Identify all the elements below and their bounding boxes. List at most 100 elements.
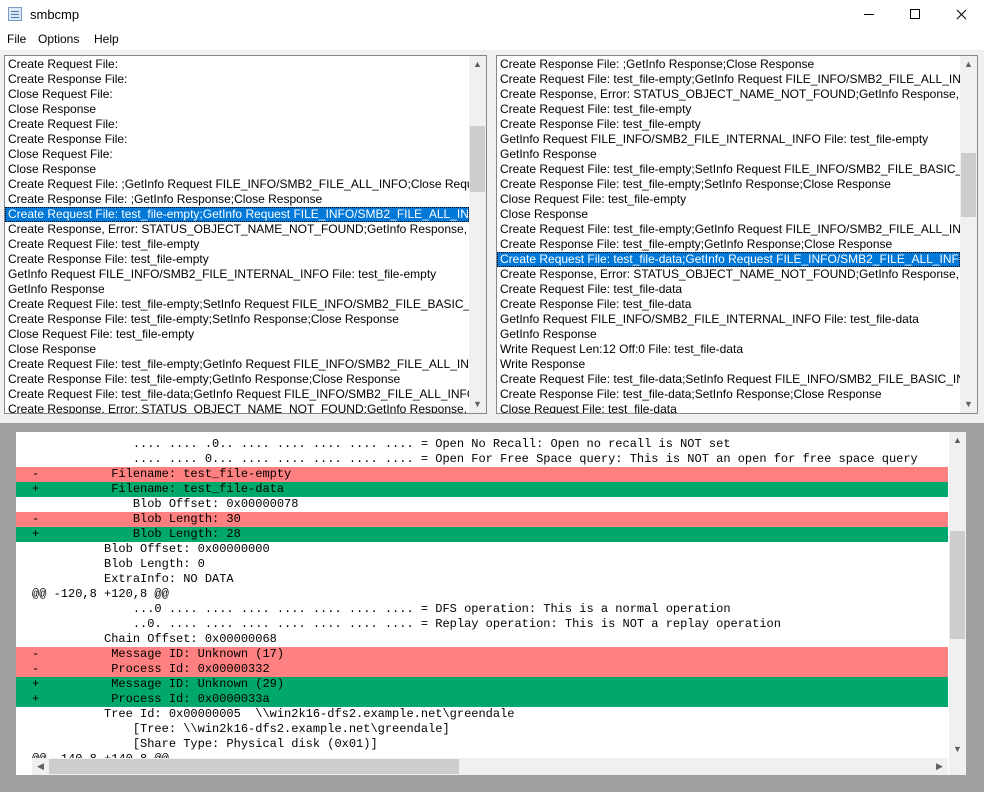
- diff-vertical-scrollbar[interactable]: ▲ ▼: [949, 432, 966, 758]
- list-item[interactable]: Create Response File: test_file-empty;Ge…: [5, 372, 469, 387]
- list-item[interactable]: Create Response File: test_file-empty: [5, 252, 469, 267]
- list-item[interactable]: Create Response File:: [5, 132, 469, 147]
- scroll-up-arrow-icon[interactable]: ▲: [469, 56, 486, 73]
- scroll-right-arrow-icon[interactable]: ▶: [931, 758, 948, 775]
- diff-line-added: + Blob Length: 28: [16, 527, 948, 542]
- list-item[interactable]: Create Response File: test_file-empty;Ge…: [497, 237, 960, 252]
- list-item[interactable]: Create Request File: test_file-empty: [5, 237, 469, 252]
- scroll-corner: [949, 758, 966, 775]
- close-button[interactable]: [938, 0, 984, 30]
- list-item[interactable]: GetInfo Request FILE_INFO/SMB2_FILE_INTE…: [497, 312, 960, 327]
- list-item[interactable]: Create Request File: test_file-data: [497, 282, 960, 297]
- list-item[interactable]: Close Request File: test_file-empty: [497, 192, 960, 207]
- diff-view[interactable]: .... .... .0.. .... .... .... .... .... …: [16, 432, 966, 775]
- diff-line-context: [Tree: \\win2k16-dfs2.example.net\greend…: [32, 722, 450, 736]
- list-item[interactable]: Create Request File: test_file-empty;Get…: [5, 207, 469, 222]
- diff-line-context: ExtraInfo: NO DATA: [32, 572, 234, 586]
- right-list-scrollbar[interactable]: ▲ ▼: [960, 56, 977, 413]
- list-item[interactable]: Create Request File: test_file-empty;Get…: [497, 222, 960, 237]
- diff-line-context: .... .... .0.. .... .... .... .... .... …: [32, 437, 731, 451]
- list-item[interactable]: Create Request File: ;GetInfo Request FI…: [5, 177, 469, 192]
- diff-line-removed: - Blob Length: 30: [16, 512, 948, 527]
- list-item[interactable]: Create Response File:: [5, 72, 469, 87]
- list-item[interactable]: Close Request File:: [5, 147, 469, 162]
- list-item[interactable]: Create Response File: test_file-empty: [497, 117, 960, 132]
- scroll-up-arrow-icon[interactable]: ▲: [960, 56, 977, 73]
- diff-line-context: Blob Length: 0: [32, 557, 205, 571]
- list-item[interactable]: Create Response, Error: STATUS_OBJECT_NA…: [497, 267, 960, 282]
- maximize-button[interactable]: [892, 0, 938, 30]
- window-title: smbcmp: [30, 7, 80, 22]
- left-scroll-thumb[interactable]: [470, 126, 485, 192]
- list-item[interactable]: Write Response: [497, 357, 960, 372]
- scroll-left-arrow-icon[interactable]: ◀: [32, 758, 49, 775]
- list-item[interactable]: Create Request File: test_file-empty;Set…: [5, 297, 469, 312]
- list-item[interactable]: Create Request File: test_file-empty;Get…: [5, 357, 469, 372]
- diff-hscroll-thumb[interactable]: [49, 759, 459, 774]
- diff-line-added: + Message ID: Unknown (29): [16, 677, 948, 692]
- list-item[interactable]: Close Response: [5, 162, 469, 177]
- list-item[interactable]: Write Request Len:12 Off:0 File: test_fi…: [497, 342, 960, 357]
- list-item[interactable]: Create Response File: test_file-empty;Se…: [497, 177, 960, 192]
- left-list-scrollbar[interactable]: ▲ ▼: [469, 56, 486, 413]
- scroll-down-arrow-icon[interactable]: ▼: [949, 741, 966, 758]
- diff-line-context: Blob Offset: 0x00000078: [32, 497, 299, 511]
- diff-line-removed: - Message ID: Unknown (17): [16, 647, 948, 662]
- diff-line-added: + Filename: test_file-data: [16, 482, 948, 497]
- list-item[interactable]: GetInfo Response: [497, 327, 960, 342]
- right-packet-list[interactable]: Create Response File: ;GetInfo Response;…: [496, 55, 978, 414]
- menu-help[interactable]: Help: [94, 32, 119, 46]
- right-list-rows: Create Response File: ;GetInfo Response;…: [497, 57, 960, 413]
- list-item[interactable]: Close Request File: test_file-empty: [5, 327, 469, 342]
- right-scroll-thumb[interactable]: [961, 153, 976, 217]
- list-item[interactable]: Create Request File: test_file-data;SetI…: [497, 372, 960, 387]
- left-list-rows: Create Request File: Create Response File…: [5, 57, 469, 413]
- scroll-down-arrow-icon[interactable]: ▼: [960, 396, 977, 413]
- minimize-button[interactable]: [846, 0, 892, 30]
- diff-horizontal-scrollbar[interactable]: ◀ ▶: [32, 758, 948, 775]
- list-item[interactable]: Create Response File: test_file-empty;Se…: [5, 312, 469, 327]
- diff-line-context: Chain Offset: 0x00000068: [32, 632, 277, 646]
- app-icon: [8, 7, 22, 21]
- list-item[interactable]: Create Response, Error: STATUS_OBJECT_NA…: [497, 87, 960, 102]
- list-item[interactable]: Create Response File: test_file-data;Set…: [497, 387, 960, 402]
- list-item[interactable]: GetInfo Response: [5, 282, 469, 297]
- list-item[interactable]: Create Response, Error: STATUS_OBJECT_NA…: [5, 222, 469, 237]
- list-item[interactable]: GetInfo Response: [497, 147, 960, 162]
- diff-line-context: [Share Type: Physical disk (0x01)]: [32, 737, 378, 751]
- list-item[interactable]: Create Request File:: [5, 57, 469, 72]
- list-item[interactable]: Create Request File: test_file-empty;Set…: [497, 162, 960, 177]
- diff-line-context: ..0. .... .... .... .... .... .... .... …: [32, 617, 781, 631]
- list-item[interactable]: Create Request File: test_file-empty: [497, 102, 960, 117]
- title-bar: smbcmp: [0, 0, 984, 30]
- menu-file[interactable]: File: [7, 32, 26, 46]
- diff-line-added: + Process Id: 0x0000033a: [16, 692, 948, 707]
- list-item[interactable]: Create Request File: test_file-data;GetI…: [5, 387, 469, 402]
- list-item[interactable]: Create Response File: test_file-data: [497, 297, 960, 312]
- menu-bar: File Options Help: [0, 30, 984, 50]
- diff-line-context: Tree Id: 0x00000005 \\win2k16-dfs2.examp…: [32, 707, 515, 721]
- diff-vscroll-thumb[interactable]: [950, 531, 965, 639]
- left-packet-list[interactable]: Create Request File: Create Response File…: [4, 55, 487, 414]
- diff-line-context: .... .... 0... .... .... .... .... .... …: [32, 452, 918, 466]
- diff-line-context: Blob Offset: 0x00000000: [32, 542, 270, 556]
- list-item[interactable]: Close Response: [5, 342, 469, 357]
- list-item[interactable]: Create Request File: test_file-data;GetI…: [497, 252, 960, 267]
- scroll-down-arrow-icon[interactable]: ▼: [469, 396, 486, 413]
- list-item[interactable]: GetInfo Request FILE_INFO/SMB2_FILE_INTE…: [497, 132, 960, 147]
- diff-line-removed: - Process Id: 0x00000332: [16, 662, 948, 677]
- list-item[interactable]: Create Response File: ;GetInfo Response;…: [497, 57, 960, 72]
- diff-line-context: ...0 .... .... .... .... .... .... .... …: [32, 602, 731, 616]
- diff-lines: .... .... .0.. .... .... .... .... .... …: [16, 437, 948, 767]
- list-item[interactable]: Create Request File:: [5, 117, 469, 132]
- list-item[interactable]: GetInfo Request FILE_INFO/SMB2_FILE_INTE…: [5, 267, 469, 282]
- list-item[interactable]: Create Response File: ;GetInfo Response;…: [5, 192, 469, 207]
- list-item[interactable]: Create Response, Error: STATUS_OBJECT_NA…: [5, 402, 469, 413]
- list-item[interactable]: Close Request File: test_file-data: [497, 402, 960, 413]
- list-item[interactable]: Close Request File:: [5, 87, 469, 102]
- list-item[interactable]: Close Response: [5, 102, 469, 117]
- list-item[interactable]: Close Response: [497, 207, 960, 222]
- scroll-up-arrow-icon[interactable]: ▲: [949, 432, 966, 449]
- list-item[interactable]: Create Request File: test_file-empty;Get…: [497, 72, 960, 87]
- menu-options[interactable]: Options: [38, 32, 79, 46]
